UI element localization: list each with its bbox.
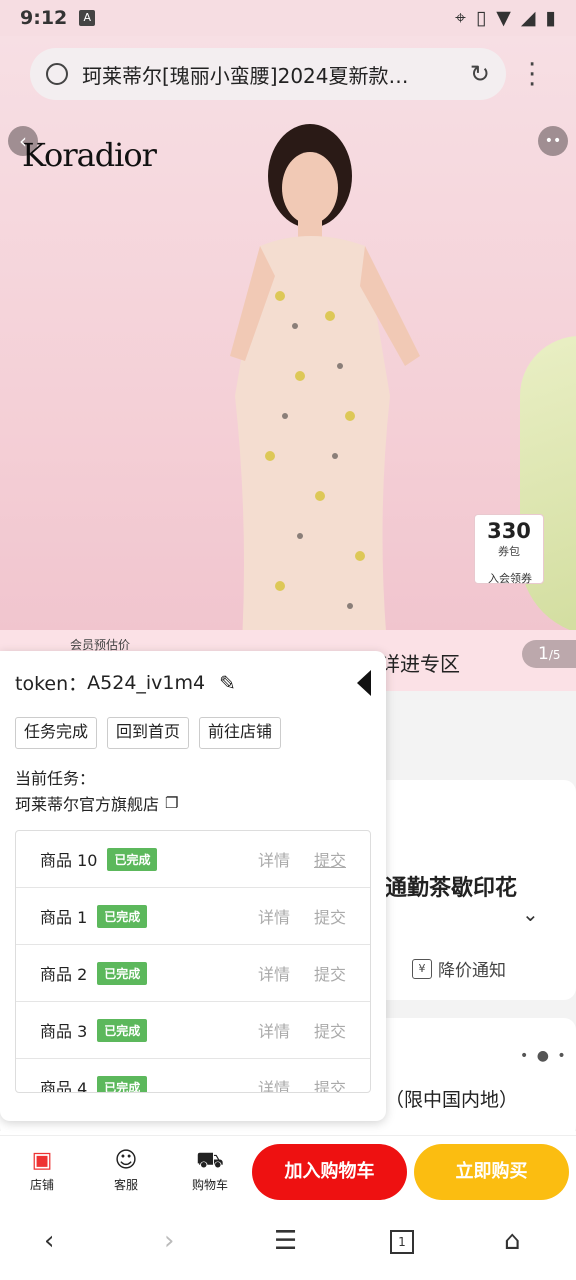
submit-link[interactable]: 提交 (314, 1075, 346, 1092)
product-title-fragment: 通勤茶歇印花 (385, 876, 518, 901)
coupon-unit: 券包 (498, 545, 520, 558)
edit-icon[interactable]: ✎ (219, 671, 236, 695)
task-panel: token： A524_iv1m4 ✎ 任务完成 回到首页 前往店铺 当前任务：… (0, 651, 386, 1121)
status-icons: ⌖ ▯ ▼ ◢ ▮ (455, 7, 556, 29)
shop-label: 店铺 (29, 1178, 54, 1192)
system-nav-bar: ‹ › ☰ 1 ⌂ (0, 1210, 576, 1280)
bottom-action-bar: ▣ 店铺 ☺ 客服 ⛟ 购物车 加入购物车 立即购买 (0, 1135, 576, 1210)
product-name: 商品 3 (40, 1022, 88, 1041)
panel-actions: 任务完成 回到首页 前往店铺 (15, 717, 282, 749)
nav-back-icon[interactable]: ‹ (44, 1226, 54, 1256)
reload-icon[interactable]: ↻ (470, 60, 490, 88)
status-bar: 9:12 A ⌖ ▯ ▼ ◢ ▮ (0, 0, 576, 36)
product-task-list: 商品 10 已完成 详情 提交 商品 1 已完成 详情 提交 商品 2 已完成 … (15, 830, 371, 1093)
status-badge: 已完成 (107, 847, 158, 871)
flower-decoration (520, 336, 576, 636)
home-icon[interactable]: ⌂ (504, 1226, 521, 1256)
status-time: 9:12 (20, 7, 68, 29)
table-row: 商品 1 已完成 详情 提交 (16, 888, 370, 945)
price-alert-button[interactable]: ¥ 降价通知 (412, 956, 506, 981)
add-to-cart-button[interactable]: 加入购物车 (252, 1144, 407, 1200)
detail-link[interactable]: 详情 (258, 904, 290, 928)
url-text[interactable]: 珂莱蒂尔[瑰丽小蛮腰]2024夏新款… (82, 60, 442, 89)
more-icon[interactable]: •• (538, 126, 568, 156)
model-figure (230, 124, 420, 676)
browser-menu-icon[interactable]: · · · (528, 52, 536, 98)
detail-link[interactable]: 详情 (258, 1018, 290, 1042)
pager-total: /5 (548, 648, 561, 662)
vibrate-icon: ▯ (475, 7, 487, 29)
token-label: token： (15, 673, 88, 695)
product-name: 商品 10 (40, 851, 98, 870)
cart-icon: ⛟ (196, 1148, 224, 1173)
buy-now-button[interactable]: 立即购买 (414, 1144, 569, 1200)
shop-icon: ▣ (31, 1148, 53, 1173)
status-badge: 已完成 (97, 904, 148, 928)
coupon-tag: 入会领券 (488, 572, 532, 585)
pagination-dots: • ● • (520, 1048, 568, 1064)
chat-icon: ☺ (114, 1148, 138, 1173)
detail-link[interactable]: 详情 (258, 961, 290, 985)
table-row: 商品 10 已完成 详情 提交 (16, 831, 370, 888)
submit-link[interactable]: 提交 (314, 904, 346, 928)
task-shop-name: 珂莱蒂尔官方旗舰店 (15, 795, 160, 814)
token-value: A524_iv1m4 (87, 671, 206, 694)
price-tag-icon: ¥ (412, 958, 432, 979)
battery-icon: ▮ (545, 7, 556, 29)
table-row: 商品 2 已完成 详情 提交 (16, 945, 370, 1002)
pager-current: 1 (538, 644, 549, 664)
status-badge: 已完成 (97, 1018, 148, 1042)
tabs-icon[interactable]: 1 (390, 1230, 414, 1254)
submit-link[interactable]: 提交 (314, 961, 346, 985)
copy-icon[interactable]: ❐ (165, 794, 178, 812)
product-image[interactable]: Koradior ‹ •• 330 券包 入会领券 (0, 36, 576, 691)
table-row: 商品 4 已完成 详情 提交 (16, 1059, 370, 1093)
table-row: 商品 3 已完成 详情 提交 (16, 1002, 370, 1059)
signal-icon: ◢ (520, 7, 536, 29)
wifi-icon: ▼ (496, 7, 511, 29)
task-complete-button[interactable]: 任务完成 (15, 717, 98, 749)
submit-link[interactable]: 提交 (314, 1018, 346, 1042)
back-icon[interactable]: ‹ (8, 126, 38, 156)
product-name: 商品 1 (40, 908, 88, 927)
price-alert-label: 降价通知 (438, 961, 506, 981)
detail-link[interactable]: 详情 (258, 847, 290, 871)
brand-logo: Koradior (22, 136, 157, 174)
cart-label: 购物车 (191, 1178, 228, 1192)
submit-link[interactable]: 提交 (314, 847, 346, 871)
service-label: 客服 (113, 1178, 138, 1192)
shipping-region: （限中国内地） (385, 1089, 519, 1111)
globe-icon (46, 63, 68, 85)
current-task-label: 当前任务： (15, 769, 96, 788)
status-badge: 已完成 (97, 961, 148, 985)
notification-a-icon: A (79, 10, 96, 26)
product-name: 商品 2 (40, 965, 88, 984)
current-task-shop: 珂莱蒂尔官方旗舰店 ❐ (15, 791, 178, 815)
service-tab[interactable]: ☺ 客服 (96, 1146, 156, 1193)
collapse-panel-icon[interactable] (357, 669, 371, 696)
address-bar[interactable]: 珂莱蒂尔[瑰丽小蛮腰]2024夏新款… ↻ (30, 48, 506, 100)
detail-link[interactable]: 详情 (258, 1075, 290, 1092)
nav-menu-icon[interactable]: ☰ (274, 1226, 297, 1256)
location-icon: ⌖ (455, 7, 466, 29)
back-home-button[interactable]: 回到首页 (107, 717, 190, 749)
coupon-value: 330 (487, 519, 531, 543)
status-badge: 已完成 (97, 1075, 148, 1092)
product-name: 商品 4 (40, 1079, 88, 1093)
image-pager: 1/5 (522, 640, 576, 668)
expand-chevron-icon[interactable]: ⌄ (522, 902, 539, 926)
shop-tab[interactable]: ▣ 店铺 (12, 1146, 72, 1193)
cart-tab[interactable]: ⛟ 购物车 (180, 1146, 240, 1193)
nav-forward-icon[interactable]: › (164, 1226, 174, 1256)
token-row: token： A524_iv1m4 ✎ (15, 669, 371, 696)
go-to-shop-button[interactable]: 前往店铺 (199, 717, 282, 749)
